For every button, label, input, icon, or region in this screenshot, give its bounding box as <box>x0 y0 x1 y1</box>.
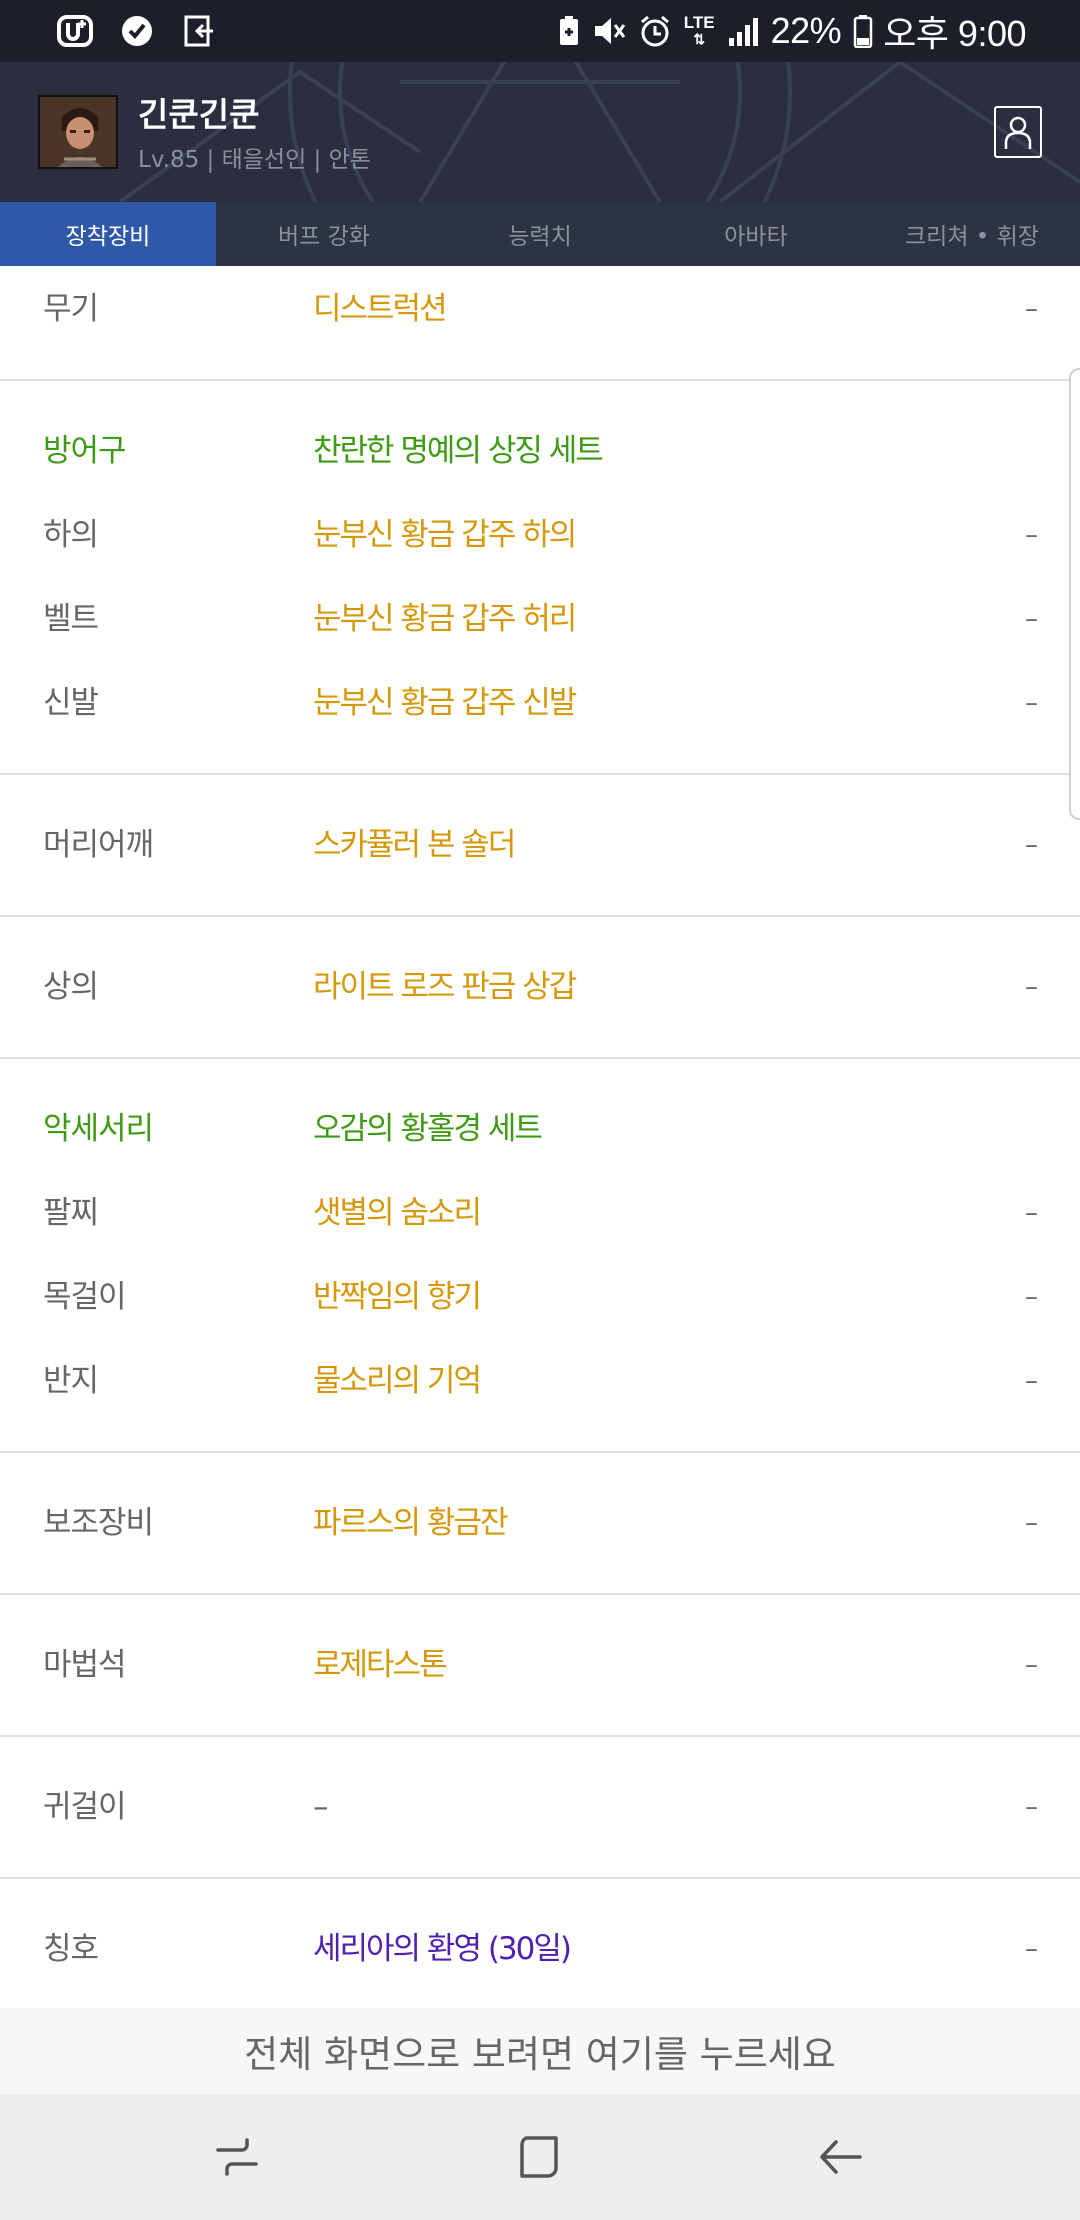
back-icon <box>820 2140 862 2174</box>
navigation-bar <box>0 2094 1080 2220</box>
equipment-row-pants[interactable]: 하의 눈부신 황금 갑주 하의 – <box>0 493 1080 577</box>
equipment-row-weapon[interactable]: 무기 디스트럭션 – <box>0 267 1080 351</box>
slot-label: 방어구 <box>43 433 127 469</box>
slot-label: 무기 <box>43 291 99 327</box>
item-name: 스카퓰러 본 숄더 <box>313 827 516 863</box>
equipment-row-top[interactable]: 상의 라이트 로즈 판금 상갑 – <box>0 945 1080 1029</box>
set-row-armor[interactable]: 방어구 찬란한 명예의 상징 세트 <box>0 409 1080 493</box>
tab-bar: 장착장비 버프 강화 능력치 아바타 크리쳐 • 휘장 <box>0 202 1080 266</box>
slot-label: 신발 <box>43 685 99 721</box>
alarm-icon <box>638 10 672 52</box>
item-name: 샛별의 숨소리 <box>313 1195 482 1231</box>
set-row-accessory[interactable]: 악세서리 오감의 황홀경 세트 <box>0 1087 1080 1171</box>
tab-avatar[interactable]: 아바타 <box>648 202 864 266</box>
status-left-icons <box>54 10 240 52</box>
item-value: – <box>1025 1792 1038 1822</box>
item-name: 세리아의 환영 (30일) <box>313 1931 572 1967</box>
item-name: 로제타스톤 <box>313 1647 448 1683</box>
item-name: – <box>313 1789 328 1825</box>
slot-label: 팔찌 <box>43 1195 99 1231</box>
recent-apps-icon <box>216 2138 258 2176</box>
equipment-row-shoes[interactable]: 신발 눈부신 황금 갑주 신발 – <box>0 661 1080 745</box>
equipment-row-magic-stone[interactable]: 마법석 로제타스톤 – <box>0 1623 1080 1707</box>
equipment-list: 무기 디스트럭션 – 방어구 찬란한 명예의 상징 세트 하의 눈부신 황금 갑… <box>0 266 1080 1991</box>
item-value: – <box>1025 1650 1038 1680</box>
equipment-row-sub[interactable]: 보조장비 파르스의 황금잔 – <box>0 1481 1080 1565</box>
item-name: 눈부신 황금 갑주 신발 <box>313 685 577 721</box>
slot-label: 하의 <box>43 517 99 553</box>
slot-label: 머리어깨 <box>43 827 154 863</box>
slot-label: 상의 <box>43 969 99 1005</box>
status-right-icons: LTE ⇅ 22% 오후 9:00 <box>546 8 1026 54</box>
item-value: – <box>1025 688 1038 718</box>
item-value: – <box>1025 1934 1038 1964</box>
item-name: 눈부신 황금 갑주 허리 <box>313 601 577 637</box>
recent-apps-button[interactable] <box>204 2124 270 2190</box>
equipment-row-earring[interactable]: 귀걸이 – – <box>0 1765 1080 1849</box>
slot-label: 목걸이 <box>43 1279 127 1315</box>
item-value: – <box>1025 830 1038 860</box>
equipment-row-shoulder[interactable]: 머리어깨 스카퓰러 본 숄더 – <box>0 803 1080 887</box>
slot-label: 칭호 <box>43 1931 99 1967</box>
person-icon <box>1004 116 1032 149</box>
lte-indicator: LTE ⇅ <box>683 13 715 47</box>
side-panel-handle[interactable] <box>1069 368 1080 820</box>
set-name: 오감의 황홀경 세트 <box>313 1111 543 1147</box>
item-name: 반짝임의 향기 <box>313 1279 482 1315</box>
character-info: Lv.85 | 태을선인 | 안톤 <box>138 147 371 173</box>
tab-buff-enhance[interactable]: 버프 강화 <box>216 202 432 266</box>
item-value: – <box>1025 294 1038 324</box>
slot-label: 반지 <box>43 1363 99 1399</box>
item-value: – <box>1025 604 1038 634</box>
item-name: 디스트럭션 <box>313 291 448 327</box>
mute-icon <box>592 10 626 52</box>
tab-creature-emblem[interactable]: 크리쳐 • 휘장 <box>864 202 1080 266</box>
clock: 오후 9:00 <box>883 13 1026 54</box>
equipment-row-necklace[interactable]: 목걸이 반짝임의 향기 – <box>0 1255 1080 1339</box>
item-value: – <box>1025 972 1038 1002</box>
battery-saver-icon <box>558 10 580 52</box>
equipment-row-bracelet[interactable]: 팔찌 샛별의 숨소리 – <box>0 1171 1080 1255</box>
character-name: 긴쿤긴쿤 <box>138 95 260 134</box>
item-value: – <box>1025 1198 1038 1228</box>
status-bar: LTE ⇅ 22% 오후 9:00 <box>0 0 1080 62</box>
item-name: 물소리의 기억 <box>313 1363 482 1399</box>
character-header: 긴쿤긴쿤 Lv.85 | 태을선인 | 안톤 <box>0 62 1080 202</box>
home-icon <box>520 2136 558 2178</box>
equipment-row-belt[interactable]: 벨트 눈부신 황금 갑주 허리 – <box>0 577 1080 661</box>
tab-stats[interactable]: 능력치 <box>432 202 648 266</box>
settings-badge-icon <box>116 10 158 52</box>
item-value: – <box>1025 1508 1038 1538</box>
slot-label: 귀걸이 <box>43 1789 127 1825</box>
battery-percent: 22% <box>770 10 842 51</box>
slot-label: 벨트 <box>43 601 99 637</box>
back-button[interactable] <box>808 2124 874 2190</box>
exit-icon <box>178 10 220 52</box>
character-avatar <box>38 95 118 169</box>
slot-label: 악세서리 <box>43 1111 154 1147</box>
equipment-row-title[interactable]: 칭호 세리아의 환영 (30일) – <box>0 1907 1080 1991</box>
item-name: 파르스의 황금잔 <box>313 1505 508 1541</box>
network-type: LTE <box>683 13 715 32</box>
u-plus-icon <box>54 10 96 52</box>
home-button[interactable] <box>506 2124 572 2190</box>
item-value: – <box>1025 520 1038 550</box>
set-name: 찬란한 명예의 상징 세트 <box>313 433 604 469</box>
signal-icon <box>727 10 761 52</box>
item-value: – <box>1025 1366 1038 1396</box>
profile-button[interactable] <box>994 106 1042 158</box>
item-name: 라이트 로즈 판금 상갑 <box>313 969 577 1005</box>
fullscreen-banner[interactable]: 전체 화면으로 보려면 여기를 누르세요 <box>0 2008 1080 2094</box>
equipment-row-ring[interactable]: 반지 물소리의 기억 – <box>0 1339 1080 1423</box>
item-value: – <box>1025 1282 1038 1312</box>
slot-label: 보조장비 <box>43 1505 154 1541</box>
battery-icon <box>853 10 873 52</box>
tab-equipped-gear[interactable]: 장착장비 <box>0 202 216 266</box>
item-name: 눈부신 황금 갑주 하의 <box>313 517 577 553</box>
slot-label: 마법석 <box>43 1647 127 1683</box>
